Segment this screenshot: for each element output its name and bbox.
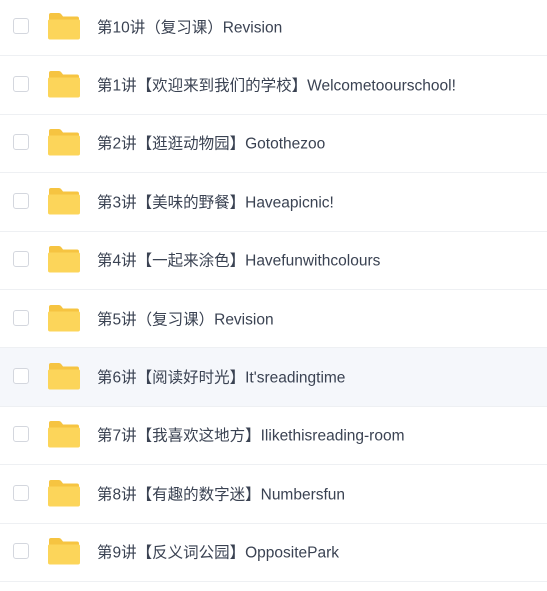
folder-icon — [47, 128, 81, 156]
folder-icon — [47, 245, 81, 273]
file-list: 第10讲（复习课）Revision 第1讲【欢迎来到我们的学校】Welcomet… — [0, 0, 547, 589]
file-name[interactable]: 第9讲【反义词公园】OppositePark — [97, 541, 339, 563]
list-item[interactable]: 第2讲【逛逛动物园】Gotothezoo — [0, 115, 547, 174]
folder-icon — [47, 362, 81, 390]
list-item[interactable]: 第7讲【我喜欢这地方】Ilikethisreading-room — [0, 407, 547, 466]
row-checkbox[interactable] — [13, 309, 29, 326]
row-checkbox[interactable] — [13, 76, 29, 93]
list-item[interactable]: 第8讲【有趣的数字迷】Numbersfun — [0, 465, 547, 524]
list-item[interactable]: 第6讲【阅读好时光】It'sreadingtime — [0, 348, 547, 407]
folder-icon — [47, 12, 81, 40]
row-checkbox[interactable] — [13, 484, 29, 501]
folder-icon — [47, 70, 81, 98]
list-item[interactable]: 第9讲【反义词公园】OppositePark — [0, 524, 547, 582]
row-checkbox[interactable] — [13, 192, 29, 209]
file-name[interactable]: 第10讲（复习课）Revision — [97, 15, 282, 37]
list-item[interactable]: 第4讲【一起来涂色】Havefunwithcolours — [0, 232, 547, 290]
file-name[interactable]: 第6讲【阅读好时光】It'sreadingtime — [97, 366, 345, 388]
file-name[interactable]: 第4讲【一起来涂色】Havefunwithcolours — [97, 249, 380, 271]
row-checkbox[interactable] — [13, 543, 29, 560]
file-name[interactable]: 第3讲【美味的野餐】Haveapicnic! — [97, 190, 334, 212]
list-item[interactable]: 第5讲（复习课）Revision — [0, 290, 547, 349]
file-name[interactable]: 第5讲（复习课）Revision — [97, 307, 274, 329]
file-name[interactable]: 第2讲【逛逛动物园】Gotothezoo — [97, 132, 325, 154]
folder-icon — [47, 420, 81, 448]
file-name[interactable]: 第7讲【我喜欢这地方】Ilikethisreading-room — [97, 424, 405, 446]
row-checkbox[interactable] — [13, 368, 29, 385]
row-checkbox[interactable] — [13, 17, 29, 34]
folder-icon — [47, 187, 81, 215]
folder-icon — [47, 304, 81, 332]
file-name[interactable]: 第1讲【欢迎来到我们的学校】Welcometoourschool! — [97, 74, 456, 96]
list-item[interactable]: 第1讲【欢迎来到我们的学校】Welcometoourschool! — [0, 56, 547, 115]
file-name[interactable]: 第8讲【有趣的数字迷】Numbersfun — [97, 482, 345, 504]
row-checkbox[interactable] — [13, 426, 29, 443]
folder-icon — [47, 537, 81, 565]
list-item[interactable]: 第10讲（复习课）Revision — [0, 0, 547, 57]
row-checkbox[interactable] — [13, 251, 29, 268]
row-checkbox[interactable] — [13, 134, 29, 151]
folder-icon — [47, 479, 81, 507]
list-item[interactable]: 第3讲【美味的野餐】Haveapicnic! — [0, 173, 547, 232]
